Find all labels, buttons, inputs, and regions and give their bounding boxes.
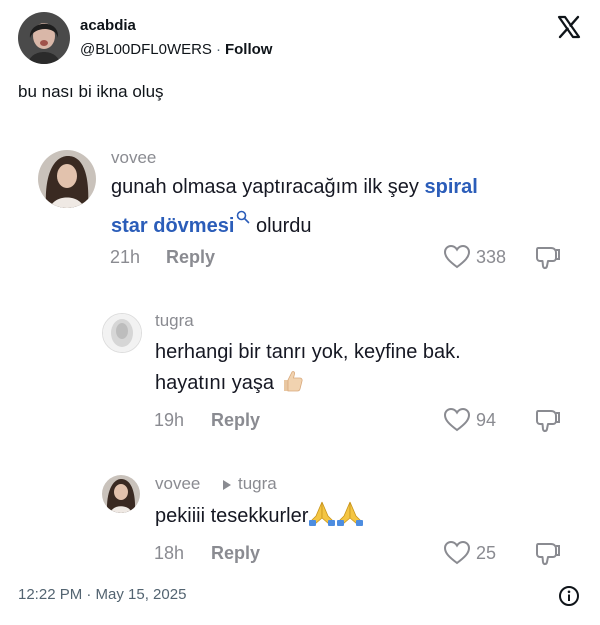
dislike-icon[interactable]: [535, 540, 561, 573]
commenter-avatar: [102, 313, 142, 353]
hashtag-link-part1[interactable]: spiral: [425, 176, 478, 198]
commenter-avatar: [102, 475, 140, 513]
comment-line2: hayatını yaşa: [155, 372, 274, 394]
author-handle-row: @BL00DFL0WERS · Follow: [80, 41, 272, 58]
comment-line1: herhangi bir tanrı yok, keyfine bak.: [155, 341, 461, 363]
comment-text: herhangi bir tanrı yok, keyfine bak. hay…: [155, 337, 575, 403]
author-name[interactable]: acabdia: [80, 17, 136, 34]
like-count: 338: [476, 247, 507, 267]
comment-username[interactable]: tugra: [155, 311, 194, 331]
x-logo-icon[interactable]: [557, 15, 581, 39]
attached-image[interactable]: vovee gunah olmasa yaptıracağım ilk şey …: [0, 130, 600, 575]
reply-button[interactable]: Reply: [166, 247, 215, 268]
comment-text-start: gunah olmasa yaptıracağım ilk şey: [111, 176, 425, 198]
tweet-text: bu nası bi ikna oluş: [18, 82, 164, 101]
comment-line1: pekiiii tesekkurler: [155, 505, 309, 527]
heart-icon[interactable]: [443, 244, 471, 275]
like-count: 94: [476, 410, 497, 430]
comment-age: 18h: [154, 543, 185, 563]
comment-age: 19h: [154, 410, 185, 430]
comment-text-end: olurdu: [250, 215, 312, 237]
tweet-timestamp[interactable]: 12:22 PM · May 15, 2025: [18, 586, 186, 603]
author-handle[interactable]: @BL00DFL0WERS: [80, 41, 212, 58]
commenter-avatar: [38, 150, 96, 208]
heart-icon[interactable]: [443, 407, 471, 438]
thumbs-up-emoji-icon: [280, 369, 304, 403]
reply-button[interactable]: Reply: [211, 410, 260, 431]
reply-to-username[interactable]: tugra: [238, 474, 277, 494]
comment-username[interactable]: vovee: [155, 474, 200, 494]
like-count: 25: [476, 543, 497, 563]
folded-hands-emoji-icon: [308, 500, 364, 536]
hashtag-link-part2[interactable]: star dövmesi: [111, 215, 234, 237]
follow-button[interactable]: Follow: [225, 41, 273, 58]
dislike-icon[interactable]: [535, 407, 561, 440]
search-icon[interactable]: [236, 203, 250, 234]
author-avatar[interactable]: [18, 12, 70, 64]
info-icon[interactable]: [558, 585, 580, 607]
heart-icon[interactable]: [443, 540, 471, 571]
dislike-icon[interactable]: [535, 244, 561, 277]
play-triangle-icon: [222, 478, 232, 496]
comment-text: pekiiii tesekkurler: [155, 500, 575, 536]
comment-age: 21h: [110, 247, 141, 267]
comment-username[interactable]: vovee: [111, 148, 156, 168]
separator-dot: ·: [215, 41, 221, 58]
reply-button[interactable]: Reply: [211, 543, 260, 564]
comment-text: gunah olmasa yaptıracağım ilk şey spiral…: [111, 172, 571, 242]
